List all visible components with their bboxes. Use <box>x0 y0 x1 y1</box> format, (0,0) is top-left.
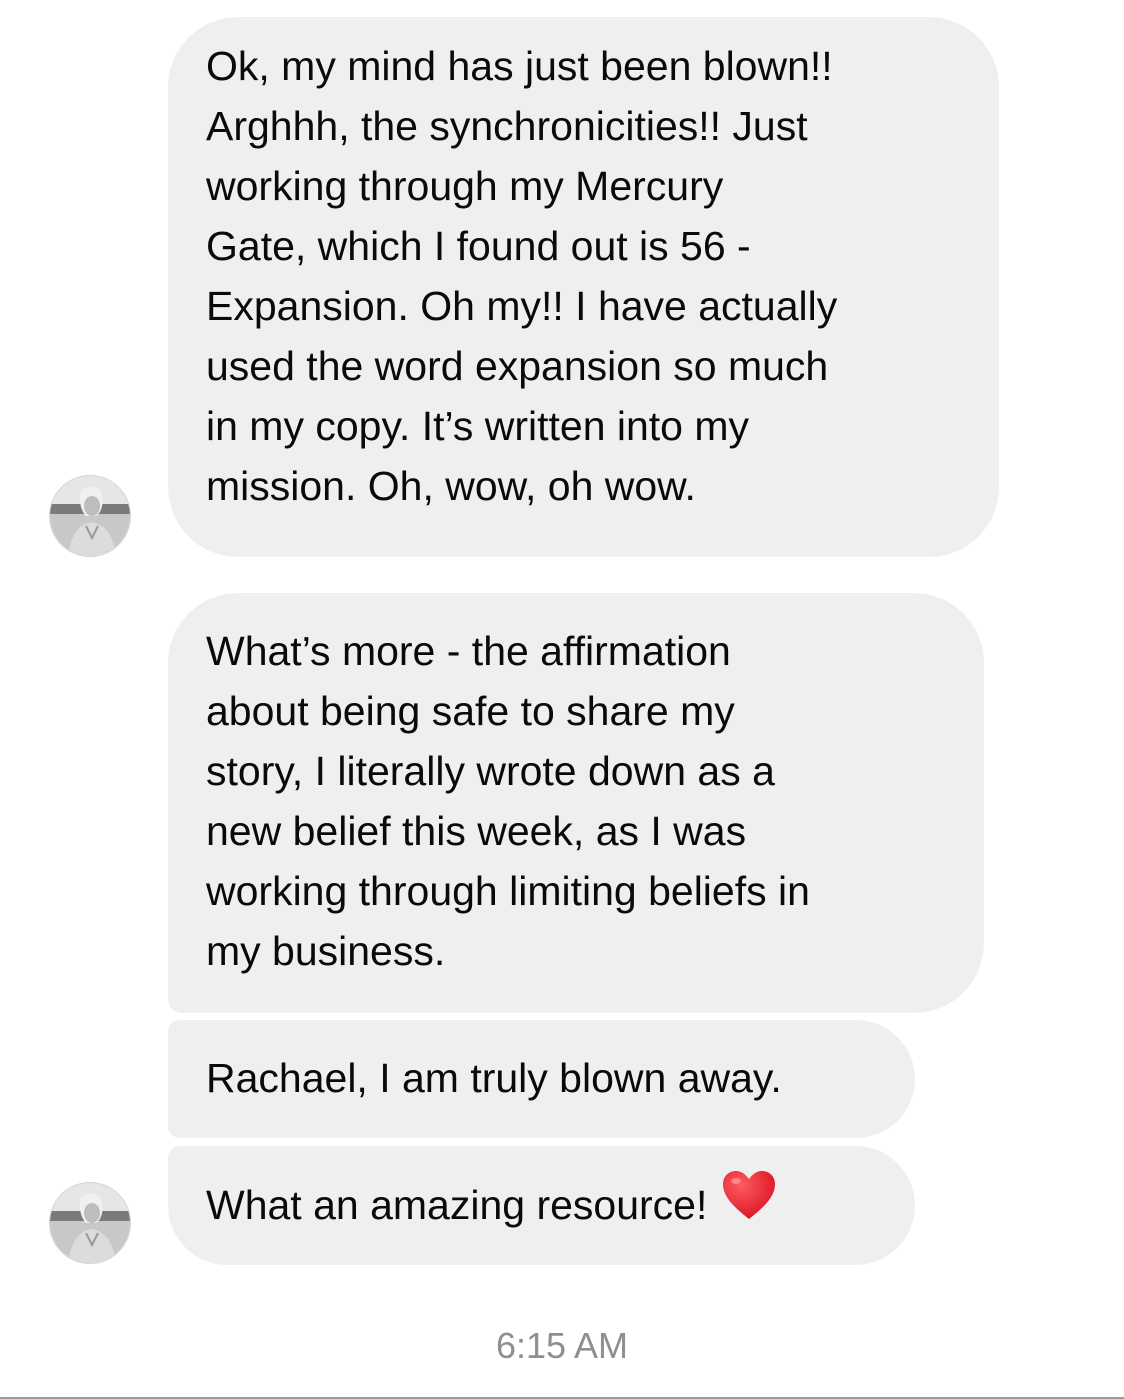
message-line: my business. <box>206 928 446 974</box>
message-line: about being safe to share my <box>206 688 735 734</box>
message-line: working through my Mercury <box>206 163 724 209</box>
avatar-photo <box>50 1183 130 1263</box>
message-timestamp: 6:15 AM <box>495 1325 629 1366</box>
message-text: What an amazing resource! <box>206 1182 708 1228</box>
message-line: used the word expansion so much <box>206 343 829 389</box>
message-bubble-3[interactable]: Rachael, I am truly blown away. <box>168 1020 915 1138</box>
message-bubble-4[interactable]: What an amazing resource! <box>168 1146 915 1265</box>
message-line: new belief this week, as I was <box>206 808 747 854</box>
message-line: What an amazing resource! <box>206 1171 895 1237</box>
message-line: working through limiting beliefs in <box>206 868 810 914</box>
message-line: Ok, my mind has just been blown!! <box>206 43 833 89</box>
message-line: in my copy. It’s written into my <box>206 403 750 449</box>
sender-avatar[interactable] <box>49 1182 131 1264</box>
message-bubble-1[interactable]: Ok, my mind has just been blown!! Arghhh… <box>168 17 999 557</box>
message-bubble-2[interactable]: What’s more - the affirmation about bein… <box>168 593 984 1013</box>
message-line: Expansion. Oh my!! I have actually <box>206 283 838 329</box>
message-line: mission. Oh, wow, oh wow. <box>206 463 696 509</box>
message-line: Gate, which I found out is 56 - <box>206 223 751 269</box>
message-line: Arghhh, the synchronicities!! Just <box>206 103 808 149</box>
heart-emoji-icon <box>721 1169 777 1237</box>
sender-avatar[interactable] <box>49 475 131 557</box>
message-line: story, I literally wrote down as a <box>206 748 775 794</box>
message-line: What’s more - the affirmation <box>206 628 731 674</box>
message-thread: Ok, my mind has just been blown!! Arghhh… <box>0 0 1124 1399</box>
avatar-photo <box>50 476 130 556</box>
message-line: Rachael, I am truly blown away. <box>206 1055 782 1101</box>
